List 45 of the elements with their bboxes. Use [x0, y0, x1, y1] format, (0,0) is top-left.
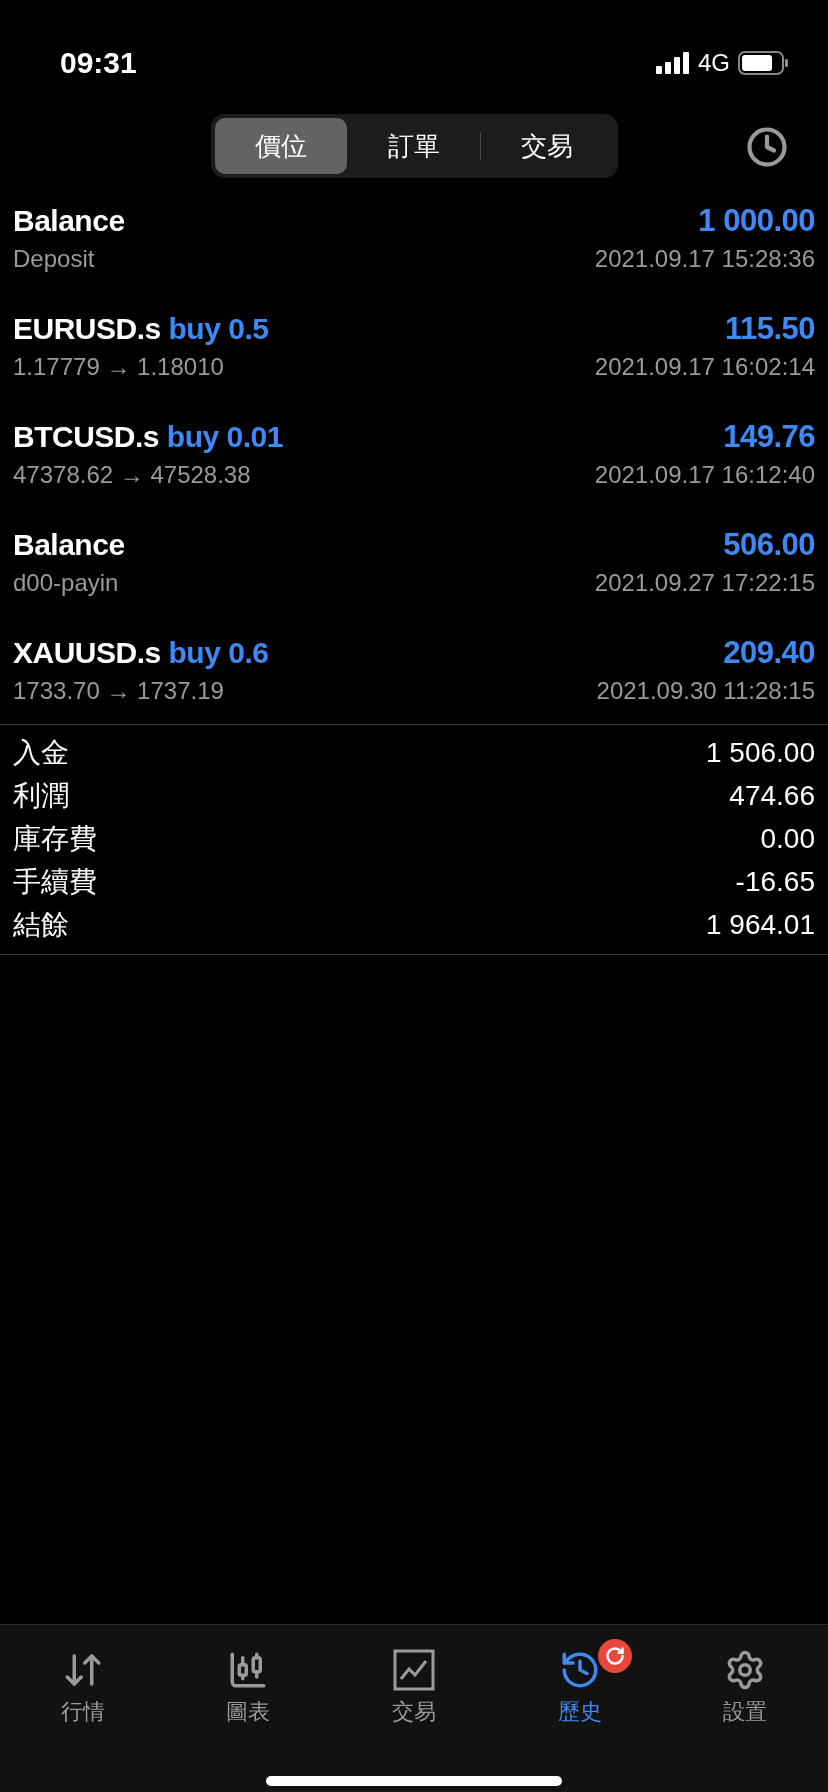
deal-time: 2021.09.17 15:28:36	[594, 245, 815, 273]
summary-label: 結餘	[13, 907, 69, 942]
summary-label: 手續費	[13, 864, 97, 899]
network-type: 4G	[698, 49, 730, 77]
summary-label: 庫存費	[13, 821, 97, 856]
segment-tab[interactable]: 價位	[214, 118, 348, 174]
deal-title: XAUUSD.s buy 0.6	[13, 636, 269, 670]
tab-bar-item[interactable]: 圖表	[165, 1639, 332, 1728]
deal-time: 2021.09.17 16:02:14	[594, 353, 815, 381]
deal-time: 2021.09.27 17:22:15	[594, 569, 815, 597]
deal-amount: 115.50	[724, 311, 815, 347]
refresh-icon	[604, 1646, 625, 1666]
deal-title: Balance	[13, 204, 125, 238]
deal-detail: 47378.62 → 47528.38	[13, 461, 251, 489]
deal-time: 2021.09.17 16:12:40	[594, 461, 815, 489]
deal-time: 2021.09.30 11:28:15	[596, 677, 815, 705]
summary-value: 474.66	[729, 779, 815, 812]
deal-amount: 149.76	[723, 419, 815, 455]
battery-icon	[738, 51, 788, 75]
deal-amount: 1 000.00	[698, 203, 815, 239]
segment-tab[interactable]: 訂單	[347, 118, 480, 174]
tab-bar-item[interactable]: 行情	[0, 1639, 166, 1728]
signal-icon	[656, 52, 690, 74]
summary-label: 利潤	[13, 778, 69, 813]
tab-bar-item[interactable]: 歷史	[496, 1639, 663, 1728]
deal-detail: 1.17779 → 1.18010	[13, 353, 224, 381]
tab-bar-item[interactable]: 交易	[331, 1639, 497, 1728]
segment-tab[interactable]: 交易	[480, 118, 614, 174]
deal-detail: d00-payin	[13, 569, 119, 597]
summary-value: 1 964.01	[706, 908, 815, 941]
summary-value: 0.00	[760, 822, 815, 855]
status-time: 09:31	[60, 46, 137, 80]
deal-amount: 506.00	[723, 527, 815, 563]
deal-title: Balance	[13, 528, 125, 562]
tab-bar-item[interactable]: 設置	[662, 1639, 828, 1728]
deal-detail: Deposit	[13, 245, 95, 273]
summary-label: 入金	[13, 735, 69, 770]
summary-value: -16.65	[735, 865, 815, 898]
deal-title: EURUSD.s buy 0.5	[13, 312, 269, 346]
deal-amount: 209.40	[723, 635, 815, 671]
clock-icon[interactable]	[746, 126, 788, 168]
deal-title: BTCUSD.s buy 0.01	[13, 420, 283, 454]
deal-detail: 1733.70 → 1737.19	[13, 677, 224, 705]
summary-value: 1 506.00	[706, 736, 815, 769]
line-chart-icon	[393, 1649, 435, 1691]
